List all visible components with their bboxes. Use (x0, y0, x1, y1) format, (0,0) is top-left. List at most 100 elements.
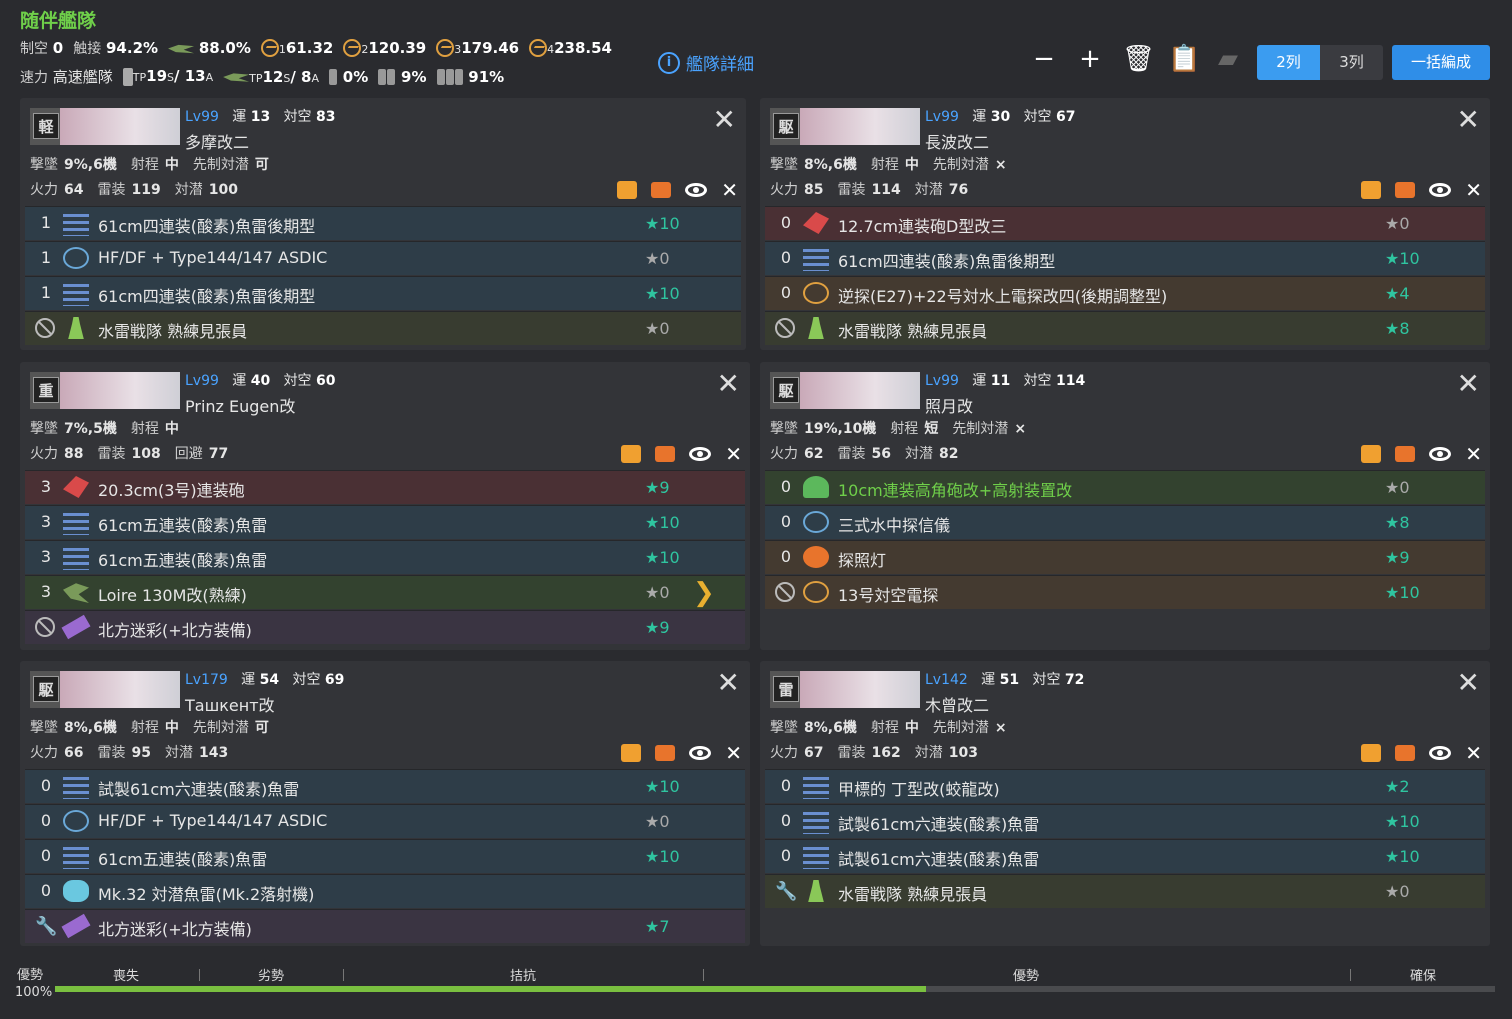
equipment-row[interactable]: 0 Mk.32 対潜魚雷(Mk.2落射機) (25, 874, 745, 908)
ship-name[interactable]: Prinz Eugen改 (185, 393, 295, 417)
fleet-detail-link[interactable]: i 艦隊詳細 (658, 50, 754, 75)
equipment-name: 甲標的 丁型改(蛟龍改) (838, 780, 1000, 799)
close-icon[interactable]: ✕ (713, 106, 736, 134)
ship-portrait[interactable]: 駆 (30, 671, 180, 708)
ship-portrait[interactable]: 駆 (770, 372, 920, 409)
drum-icon (329, 69, 338, 85)
ship-name[interactable]: 木曾改二 (925, 692, 989, 716)
equipment-improvement: ★0 (1385, 214, 1410, 233)
eye-icon[interactable] (1429, 746, 1452, 760)
equipment-row[interactable]: 0 試製61cm六連装(酸素)魚雷 ★10 (25, 769, 745, 803)
remove-ship-icon[interactable]: ✕ (1465, 741, 1482, 765)
equipment-row[interactable]: 水雷戦隊 熟練見張員 ★8 (765, 311, 1485, 345)
ship-name[interactable]: 照月改 (925, 393, 973, 417)
close-icon[interactable]: ✕ (717, 370, 740, 398)
add-icon[interactable]: + (1076, 45, 1104, 73)
equipment-row[interactable]: 0 HF/DF + Type144/147 ASDIC ★0 (25, 804, 745, 838)
ship-torpedo: 114 (871, 182, 901, 198)
remove-ship-icon[interactable]: ✕ (1465, 178, 1482, 202)
equipment-improvement: ★9 (645, 478, 670, 497)
remove-ship-icon[interactable]: ✕ (725, 442, 742, 466)
equipment-row[interactable]: 0 61cm五連装(酸素)魚雷 ★10 (25, 839, 745, 873)
los-icon (529, 39, 548, 58)
equipment-row[interactable]: 0 12.7cm連装砲D型改三 ★0 (765, 206, 1485, 240)
close-icon[interactable]: ✕ (1457, 106, 1480, 134)
equipment-row[interactable]: 0 三式水中探信儀 ★8 (765, 505, 1485, 539)
ship-card: 駆 Lv99 運 30 対空 67 長波改二 ✕ 撃墜 8%,6機 射程中先制対潜 ×… (760, 98, 1490, 350)
equipment-row[interactable]: 🔧 水雷戦隊 熟練見張員 ★0 (765, 874, 1485, 908)
equipment-row[interactable]: 0 探照灯 ★9 (765, 540, 1485, 574)
upload-icon[interactable] (1361, 445, 1382, 463)
upload-icon[interactable] (617, 181, 638, 199)
fleet-title: 随伴艦隊 (20, 10, 97, 32)
equipment-row[interactable]: 13号対空電探 ★10 (765, 575, 1485, 609)
two-column-button[interactable]: 2列 (1257, 45, 1320, 80)
equipment-row[interactable]: 3 61cm五連装(酸素)魚雷 ★10 (25, 505, 745, 539)
briefcase-icon[interactable] (655, 745, 676, 761)
eye-icon[interactable] (689, 746, 712, 760)
ship-aa: 60 (316, 373, 336, 389)
ship-name[interactable]: 長波改二 (925, 129, 989, 153)
remove-ship-icon[interactable]: ✕ (725, 741, 742, 765)
equipment-row[interactable]: 0 逆探(E27)+22号対水上電探改四(後期調整型) ★4 (765, 276, 1485, 310)
three-column-button[interactable]: 3列 (1320, 45, 1383, 80)
briefcase-icon[interactable] (1395, 182, 1416, 198)
close-icon[interactable]: ✕ (717, 669, 740, 697)
ship-third-stat: 77 (208, 446, 229, 462)
ship-portrait[interactable]: 駆 (770, 108, 920, 145)
ship-name[interactable]: Ташкент改 (185, 692, 275, 716)
gauge-stage: 劣勢 (258, 969, 285, 984)
gauge-fill (55, 986, 927, 992)
equipment-row[interactable]: 0 10cm連装高角砲改+高射装置改 ★0 (765, 470, 1485, 504)
ship-level: Lv99 (185, 373, 219, 389)
eye-icon[interactable] (1429, 183, 1452, 197)
close-icon[interactable]: ✕ (1457, 370, 1480, 398)
equipment-row[interactable]: 3 Loire 130M改(熟練) ★0 ❯ (25, 575, 745, 609)
equipment-row[interactable]: 3 61cm五連装(酸素)魚雷 ★10 (25, 540, 745, 574)
equipment-row[interactable]: 1 HF/DF + Type144/147 ASDIC ★0 (25, 241, 741, 275)
gauge-stage: 拮抗 (510, 969, 537, 984)
ship-name[interactable]: 多摩改二 (185, 129, 249, 153)
briefcase-icon[interactable] (651, 182, 672, 198)
upload-icon[interactable] (1361, 181, 1382, 199)
briefcase-icon[interactable] (1395, 446, 1416, 462)
remove-ship-icon[interactable]: ✕ (721, 178, 738, 202)
equipment-name: 12.7cm連装砲D型改三 (838, 217, 1007, 236)
eye-icon[interactable] (689, 447, 712, 461)
cards-icon[interactable]: ▰ (1214, 45, 1242, 73)
ship-portrait[interactable]: 軽 (30, 108, 180, 145)
equipment-row[interactable]: 0 試製61cm六連装(酸素)魚雷 ★10 (765, 804, 1485, 838)
eye-icon[interactable] (1429, 447, 1452, 461)
equipment-row[interactable]: 🔧 北方迷彩(+北方装備) ★7 (25, 909, 745, 943)
ship-portrait[interactable]: 重 (30, 372, 180, 409)
upload-icon[interactable] (621, 445, 642, 463)
briefcase-icon[interactable] (1395, 745, 1416, 761)
equipment-row[interactable]: 1 61cm四連装(酸素)魚雷後期型 ★10 (25, 276, 741, 310)
equipment-row[interactable]: 北方迷彩(+北方装備) ★9 (25, 610, 745, 644)
equipment-improvement: ★10 (645, 777, 680, 796)
ship-range: 中 (904, 157, 919, 173)
trash-icon[interactable]: 🗑 (1122, 45, 1155, 73)
clipboard-icon[interactable]: 📋 (1168, 45, 1200, 73)
ship-luck: 40 (250, 373, 271, 389)
remove-icon[interactable]: − (1030, 45, 1058, 73)
equipment-row[interactable]: 3 20.3cm(3号)連装砲 ★9 (25, 470, 745, 504)
equipment-row[interactable]: 0 試製61cm六連装(酸素)魚雷 ★10 (765, 839, 1485, 873)
gauge-percent: 100% (15, 985, 53, 1000)
equipment-row[interactable]: 1 61cm四連装(酸素)魚雷後期型 ★10 (25, 206, 741, 240)
equipment-row[interactable]: 0 61cm四連装(酸素)魚雷後期型 ★10 (765, 241, 1485, 275)
bulk-edit-button[interactable]: 一括編成 (1392, 45, 1490, 80)
upload-icon[interactable] (1361, 744, 1382, 762)
slot-count: 0 (40, 846, 51, 865)
equipment-row[interactable]: 水雷戦隊 熟練見張員 ★0 (25, 311, 741, 345)
equipment-row[interactable]: 0 甲標的 丁型改(蛟龍改) ★2 (765, 769, 1485, 803)
close-icon[interactable]: ✕ (1457, 669, 1480, 697)
briefcase-icon[interactable] (655, 446, 676, 462)
upload-icon[interactable] (621, 744, 642, 762)
ship-portrait[interactable]: 雷 (770, 671, 920, 708)
remove-ship-icon[interactable]: ✕ (1465, 442, 1482, 466)
equipment-improvement: ★10 (1385, 847, 1420, 866)
eye-icon[interactable] (685, 183, 708, 197)
equipment-type-icon (803, 812, 829, 834)
ship-aa: 72 (1064, 672, 1085, 688)
